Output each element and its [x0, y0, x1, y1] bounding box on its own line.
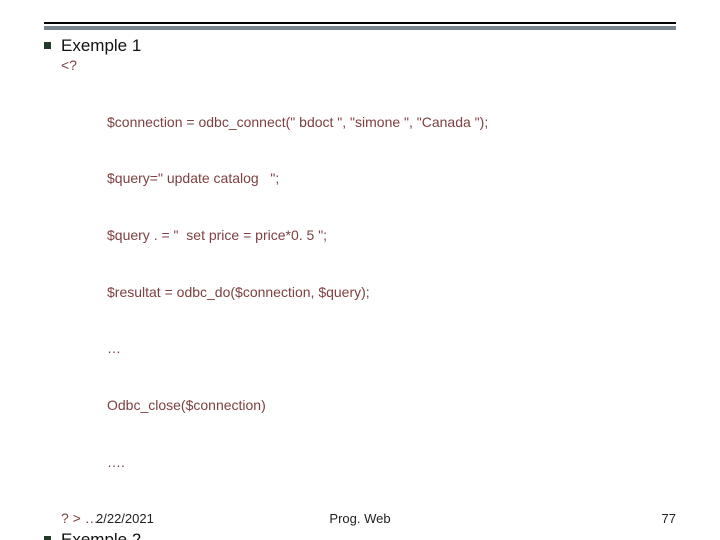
example-2-heading: Exemple 2	[61, 530, 141, 540]
list-item: Exemple 2	[44, 530, 676, 540]
bullet-icon	[44, 42, 51, 49]
slide-footer: 2/22/2021 Prog. Web 77	[0, 511, 720, 526]
code-line: $query . = " set price = price*0. 5 ";	[107, 226, 676, 245]
example-1-code: <? $connection = odbc_connect(" bdoct ",…	[61, 56, 676, 528]
code-line: $connection = odbc_connect(" bdoct ", "s…	[107, 113, 676, 132]
code-line: $resultat = odbc_do($connection, $query)…	[107, 283, 676, 302]
title-rule	[44, 22, 676, 30]
footer-date: 2/22/2021	[96, 511, 154, 526]
bullet-icon	[44, 536, 51, 540]
footer-page-number: 77	[662, 511, 676, 526]
code-line: $query=" update catalog ";	[107, 169, 676, 188]
code-line: ….	[107, 453, 676, 472]
code-line: Odbc_close($connection)	[107, 396, 676, 415]
slide: Exemple 1 <? $connection = odbc_connect(…	[0, 0, 720, 540]
php-open-tag: <?	[61, 56, 676, 75]
footer-title: Prog. Web	[329, 511, 390, 526]
code-line: …	[107, 339, 676, 358]
example-1-heading: Exemple 1	[61, 36, 141, 56]
list-item: Exemple 1	[44, 36, 676, 56]
